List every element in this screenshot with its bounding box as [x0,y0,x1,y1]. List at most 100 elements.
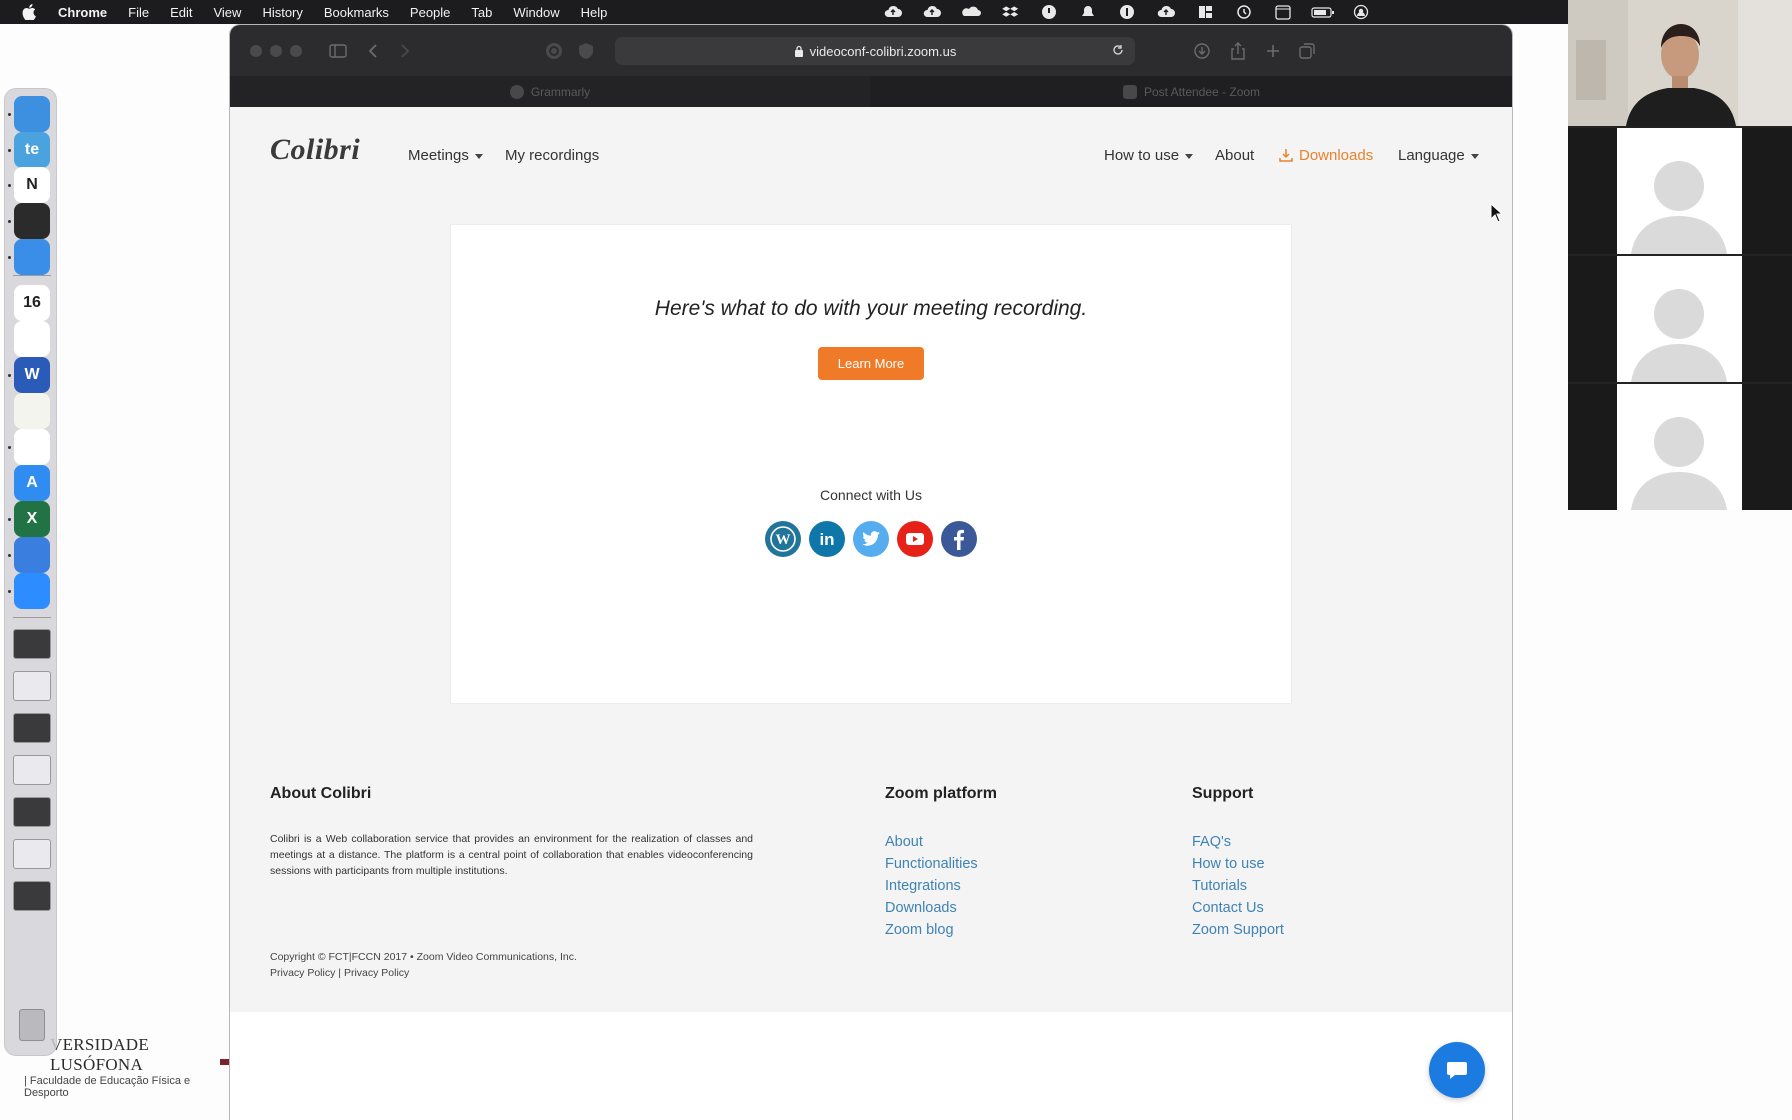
calendar-icon[interactable]: 16 [14,285,50,321]
minimized-window-thumbnail[interactable] [13,797,51,827]
wordpress-icon[interactable]: W [765,521,801,557]
calendar-status-icon[interactable] [1272,4,1294,20]
facebook-icon[interactable] [941,521,977,557]
calendar-glyph: 16 [23,294,41,311]
teams-icon[interactable]: te [14,132,50,168]
menu-file[interactable]: File [128,5,149,20]
basketball-app-icon[interactable] [14,203,50,239]
privacy-shield-icon[interactable] [576,41,596,61]
reload-icon[interactable] [1111,43,1125,60]
linkedin-icon[interactable]: in [809,521,845,557]
app-store-icon[interactable]: A [14,465,50,501]
participant-tile-1[interactable] [1568,128,1792,254]
speaker-video-tile[interactable] [1568,0,1792,126]
minimized-window-thumbnail[interactable] [13,671,51,701]
apple-icon[interactable] [22,4,42,21]
twitter-icon[interactable] [853,521,889,557]
nav-my-recordings[interactable]: My recordings [505,147,599,164]
chat-widget-button[interactable] [1429,1042,1485,1098]
minimized-window-thumbnail[interactable] [13,755,51,785]
menu-bookmarks[interactable]: Bookmarks [324,5,389,20]
cloud-upload-icon[interactable] [882,4,904,20]
menu-window[interactable]: Window [513,5,559,20]
cloud-upload-icon-3[interactable] [1155,4,1177,20]
grammarly-extension-icon[interactable] [544,41,564,61]
battery-icon[interactable] [1311,4,1334,20]
menu-people[interactable]: People [410,5,450,20]
menu-history[interactable]: History [262,5,302,20]
nav-downloads[interactable]: Downloads [1279,147,1373,164]
safari-icon[interactable] [14,239,50,275]
tab-post-attendee-zoom[interactable]: Post Attendee - Zoom [871,76,1512,107]
tab-overview-icon[interactable] [1297,41,1317,61]
footer-link-functionalities[interactable]: Functionalities [885,856,978,872]
menu-tab[interactable]: Tab [471,5,492,20]
onedrive-icon[interactable] [960,4,982,20]
footer-link-downloads[interactable]: Downloads [885,900,957,916]
menu-edit[interactable]: Edit [170,5,192,20]
menu-view[interactable]: View [213,5,241,20]
youtube-icon[interactable] [897,521,933,557]
menu-app-name[interactable]: Chrome [58,5,107,20]
footer-link-tutorials[interactable]: Tutorials [1192,878,1247,894]
user-account-icon[interactable] [1350,4,1372,20]
colibri-logo[interactable]: Colibri [270,133,360,167]
address-bar[interactable]: videoconf-colibri.zoom.us [615,37,1135,65]
tab-grammarly[interactable]: Grammarly [230,76,870,107]
privacy-separator: | [338,967,342,979]
close-window-button[interactable] [250,45,262,57]
network-app-icon[interactable] [14,537,50,573]
faculty-name: | Faculdade de Educação Física e Desport… [24,1075,191,1099]
privacy-policy-link-2[interactable]: Privacy Policy [344,967,409,979]
footer-link-integrations[interactable]: Integrations [885,878,961,894]
participant-tile-2[interactable] [1568,256,1792,382]
privacy-policy-link[interactable]: Privacy Policy [270,967,335,979]
minimized-window-thumbnail[interactable] [13,839,51,869]
default-avatar-icon [1631,417,1727,510]
learn-more-button[interactable]: Learn More [818,347,924,380]
forward-arrow-icon[interactable] [394,41,414,61]
maximize-window-button[interactable] [290,45,302,57]
time-machine-icon[interactable] [1233,4,1255,20]
running-indicator-dot [8,256,11,259]
nav-how-to-use[interactable]: How to use [1104,147,1194,164]
minimized-window-thumbnail[interactable] [13,881,51,911]
share-icon[interactable] [1228,41,1248,61]
nav-language[interactable]: Language [1398,147,1479,164]
minimized-window-thumbnail[interactable] [13,629,51,659]
chrome-icon[interactable] [14,429,50,465]
running-indicator-dot [8,374,11,377]
desktop-wallpaper-brand: VERSIDADE LUSÓFONA | Faculdade de Educaç… [24,1035,230,1099]
zoom-icon[interactable] [14,573,50,609]
sidebar-toggle-icon[interactable] [328,41,348,61]
new-tab-icon[interactable] [1263,41,1283,61]
window-layout-icon[interactable] [1194,4,1216,20]
footer-link-how-to-use[interactable]: How to use [1192,856,1265,872]
reminders-icon[interactable] [14,321,50,357]
nav-about[interactable]: About [1215,147,1254,164]
notes-icon[interactable] [14,393,50,429]
back-arrow-icon[interactable] [364,41,384,61]
dropbox-icon[interactable] [999,4,1021,20]
participant-tile-3[interactable] [1568,384,1792,510]
footer-link-zoom-blog[interactable]: Zoom blog [885,922,954,938]
timing-icon[interactable] [1038,4,1060,20]
finder-icon[interactable] [14,96,50,132]
footer-link-faqs[interactable]: FAQ's [1192,834,1231,850]
nav-meetings[interactable]: Meetings [408,147,483,164]
word-icon[interactable]: W [14,357,50,393]
password-manager-icon[interactable] [1116,4,1138,20]
trash-icon[interactable] [19,1009,45,1041]
notion-icon[interactable]: N [14,167,50,203]
tab-bar: Grammarly Post Attendee - Zoom [230,76,1512,107]
cloud-upload-icon-2[interactable] [921,4,943,20]
footer-link-about[interactable]: About [885,834,923,850]
minimized-window-thumbnail[interactable] [13,713,51,743]
menu-help[interactable]: Help [581,5,608,20]
excel-icon[interactable]: X [14,501,50,537]
notification-bell-icon[interactable] [1077,4,1099,20]
footer-link-zoom-support[interactable]: Zoom Support [1192,922,1284,938]
footer-link-contact-us[interactable]: Contact Us [1192,900,1264,916]
downloads-icon[interactable] [1192,41,1212,61]
minimize-window-button[interactable] [270,45,282,57]
